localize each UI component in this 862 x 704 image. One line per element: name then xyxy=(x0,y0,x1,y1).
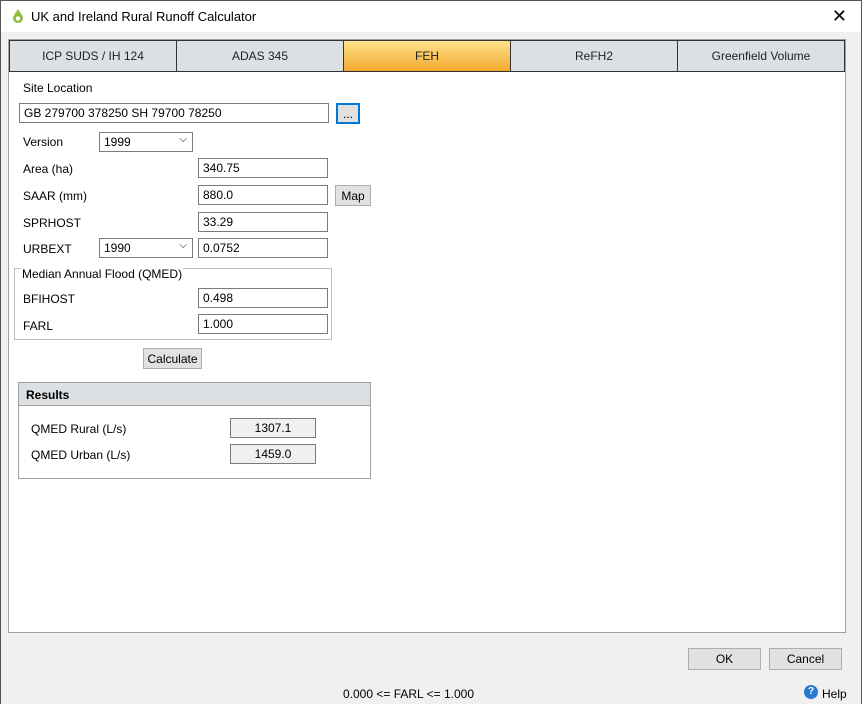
version-label: Version xyxy=(23,135,64,149)
tab-adas-345[interactable]: ADAS 345 xyxy=(177,40,344,71)
saar-input[interactable]: 880.0 xyxy=(198,185,328,205)
tab-greenfield-volume[interactable]: Greenfield Volume xyxy=(678,40,845,71)
tab-bar: ICP SUDS / IH 124 ADAS 345 FEH ReFH2 Gre… xyxy=(9,40,845,72)
map-button[interactable]: Map xyxy=(335,185,371,206)
area-label: Area (ha) xyxy=(23,162,74,176)
results-group: Results QMED Rural (L/s) 1307.1 QMED Urb… xyxy=(18,382,371,479)
site-location-label: Site Location xyxy=(23,81,93,95)
browse-button[interactable]: ... xyxy=(336,103,360,124)
bfihost-input[interactable]: 0.498 xyxy=(198,288,328,308)
ok-button[interactable]: OK xyxy=(688,648,761,670)
bfihost-label: BFIHOST xyxy=(23,292,76,306)
calculate-button[interactable]: Calculate xyxy=(143,348,202,369)
qmed-group-label: Median Annual Flood (QMED) xyxy=(21,267,184,281)
close-icon[interactable]: ✕ xyxy=(832,6,847,27)
tab-refh2[interactable]: ReFH2 xyxy=(511,40,678,71)
qmed-group: Median Annual Flood (QMED) BFIHOST 0.498… xyxy=(14,267,332,340)
site-location-input[interactable]: GB 279700 378250 SH 79700 78250 xyxy=(19,103,329,123)
urbext-label: URBEXT xyxy=(23,242,72,256)
status-message: 0.000 <= FARL <= 1.000 xyxy=(343,687,474,701)
title-bar: UK and Ireland Rural Runoff Calculator ✕ xyxy=(1,1,861,32)
saar-label: SAAR (mm) xyxy=(23,189,87,203)
version-value: 1999 xyxy=(104,135,131,149)
main-panel: ICP SUDS / IH 124 ADAS 345 FEH ReFH2 Gre… xyxy=(8,39,846,633)
qmed-urban-value: 1459.0 xyxy=(230,444,316,464)
urbext-input[interactable]: 0.0752 xyxy=(198,238,328,258)
urbext-year-value: 1990 xyxy=(104,241,131,255)
area-input[interactable]: 340.75 xyxy=(198,158,328,178)
help-icon[interactable]: ? xyxy=(804,685,818,699)
urbext-year-select[interactable]: 1990 ⌵ xyxy=(99,238,193,258)
results-title: Results xyxy=(19,383,370,406)
qmed-urban-label: QMED Urban (L/s) xyxy=(31,448,131,462)
help-link[interactable]: Help xyxy=(822,687,847,701)
chevron-down-icon: ⌵ xyxy=(179,240,187,251)
farl-label: FARL xyxy=(23,319,54,333)
sprhost-input[interactable]: 33.29 xyxy=(198,212,328,232)
qmed-rural-value: 1307.1 xyxy=(230,418,316,438)
tab-feh[interactable]: FEH xyxy=(344,40,511,71)
farl-input[interactable]: 1.000 xyxy=(198,314,328,334)
status-bar: 0.000 <= FARL <= 1.000 ? Help xyxy=(1,683,861,704)
tab-icp-suds[interactable]: ICP SUDS / IH 124 xyxy=(9,40,177,71)
cancel-button[interactable]: Cancel xyxy=(769,648,842,670)
sprhost-label: SPRHOST xyxy=(23,216,82,230)
water-drop-icon xyxy=(13,9,23,23)
qmed-rural-label: QMED Rural (L/s) xyxy=(31,422,127,436)
window-title: UK and Ireland Rural Runoff Calculator xyxy=(31,9,257,24)
chevron-down-icon: ⌵ xyxy=(179,134,187,145)
dialog-window: UK and Ireland Rural Runoff Calculator ✕… xyxy=(0,0,862,704)
version-select[interactable]: 1999 ⌵ xyxy=(99,132,193,152)
